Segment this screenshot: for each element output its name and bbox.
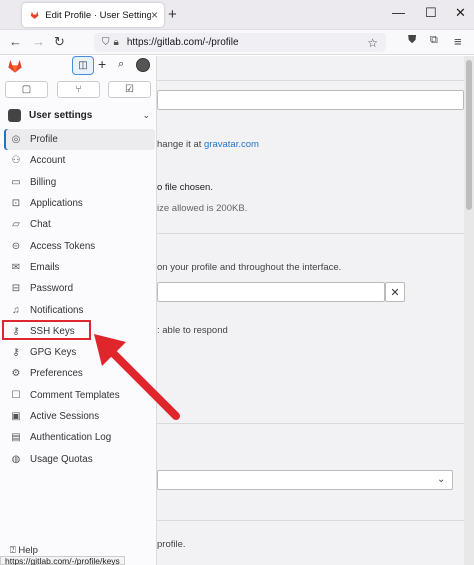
sidebar-item-label: Notifications	[30, 304, 84, 316]
gitlab-favicon-icon	[30, 11, 39, 19]
bookmark-star-icon[interactable]: ☆	[367, 36, 378, 50]
sidebar-item-label: Usage Quotas	[30, 453, 93, 465]
comment-icon: ☐	[11, 389, 21, 401]
bell-icon: ♫	[12, 304, 20, 316]
sidebar-item-account[interactable]: ⚇ Account	[4, 150, 155, 171]
menu-icon[interactable]: ≡	[454, 34, 462, 49]
sidebar-item-label: Profile	[30, 134, 58, 146]
divider	[157, 423, 464, 424]
gravatar-link[interactable]: gravatar.com	[204, 139, 259, 150]
sidebar-item-label: Account	[30, 155, 66, 167]
sidebar: ◫ + ⌕ ▢ ⑂ ☑ User settings ⌄ ◎ Profile ⚇ Ac…	[0, 56, 157, 565]
name-field[interactable]	[157, 90, 464, 110]
sidebar-item-access-tokens[interactable]: ⊝ Access Tokens	[4, 235, 155, 256]
search-icon[interactable]: ⌕	[118, 58, 124, 71]
token-icon: ⊝	[11, 240, 21, 252]
log-icon: ▤	[11, 432, 21, 444]
chat-icon: ▱	[12, 219, 20, 231]
new-tab-icon[interactable]: +	[168, 6, 177, 23]
divider	[157, 233, 464, 234]
issues-icon[interactable]: ▢	[5, 81, 48, 98]
help-link[interactable]: ⍰ Help	[10, 545, 38, 556]
billing-icon: ▭	[11, 176, 21, 188]
chevron-down-icon: ⌄	[437, 474, 446, 485]
sidebar-item-chat[interactable]: ▱ Chat	[4, 214, 155, 235]
back-icon[interactable]: ←	[9, 34, 22, 49]
clear-status-icon[interactable]: ✕	[385, 282, 405, 302]
close-window-icon[interactable]: ✕	[455, 5, 466, 21]
user-settings-header[interactable]: User settings ⌄	[5, 106, 155, 124]
merge-requests-icon[interactable]: ⑂	[57, 81, 100, 98]
email-icon: ✉	[11, 261, 21, 273]
lock-icon: 🔒︎	[113, 37, 119, 48]
minimize-icon[interactable]: —	[392, 5, 405, 20]
bottom-note: profile.	[157, 539, 186, 550]
sidebar-item-label: Active Sessions	[30, 411, 100, 422]
sidebar-item-authentication-log[interactable]: ▤ Authentication Log	[4, 427, 155, 448]
browser-tab[interactable]: Edit Profile · User Settings · GitL ×	[22, 3, 164, 27]
todo-icon[interactable]: ☑	[108, 81, 151, 98]
sidebar-item-label: Password	[30, 283, 74, 295]
gravatar-text: hange it at gravatar.com	[157, 139, 259, 150]
size-note: ize allowed is 200KB.	[157, 203, 248, 214]
sidebar-item-label: GPG Keys	[30, 347, 77, 359]
status-note: on your profile and throughout the inter…	[157, 262, 342, 273]
sidebar-item-notifications[interactable]: ♫ Notifications	[4, 299, 155, 320]
extensions-icon[interactable]: ⧉	[430, 34, 438, 47]
sidebar-item-label: Billing	[30, 176, 57, 188]
tab-title: Edit Profile · User Settings · GitL	[45, 9, 151, 21]
sidebar-toggle-icon[interactable]: ◫	[72, 56, 94, 75]
applications-icon: ⊡	[11, 198, 21, 210]
forward-icon[interactable]: →	[32, 34, 45, 49]
no-file-text: o file chosen.	[157, 182, 213, 193]
account-icon: ⚇	[11, 155, 21, 167]
browser-toolbar: ← → ↻ ⛉ 🔒︎ https://gitlab.com/-/profile …	[0, 30, 474, 55]
tab-close-icon[interactable]: ×	[151, 8, 158, 22]
ssh-keys-highlight-box	[2, 320, 91, 340]
preferences-icon: ⚙	[11, 368, 21, 380]
sidebar-item-label: Chat	[30, 219, 51, 231]
sidebar-item-profile[interactable]: ◎ Profile	[4, 129, 155, 151]
profile-icon: ◎	[11, 134, 21, 146]
sidebar-item-label: Applications	[30, 198, 83, 210]
browser-tab-strip: Edit Profile · User Settings · GitL × + …	[0, 0, 474, 30]
select-dropdown[interactable]	[157, 470, 453, 490]
divider	[157, 520, 464, 521]
sidebar-item-billing[interactable]: ▭ Billing	[4, 172, 155, 193]
status-input[interactable]	[157, 282, 385, 302]
status-bar-link: https://gitlab.com/-/profile/keys	[0, 556, 125, 565]
reload-icon[interactable]: ↻	[54, 34, 65, 50]
quota-icon: ◍	[11, 453, 21, 465]
url-text: https://gitlab.com/-/profile	[126, 37, 239, 48]
divider	[157, 80, 464, 81]
shield-icon: ⛉	[102, 37, 110, 48]
sidebar-item-emails[interactable]: ✉ Emails	[4, 257, 155, 278]
scrollbar-thumb[interactable]	[466, 60, 472, 210]
plus-icon[interactable]: +	[98, 56, 106, 72]
group-title: User settings	[29, 109, 93, 121]
sidebar-item-password[interactable]: ⊟ Password	[4, 278, 155, 299]
red-arrow-icon	[94, 334, 180, 420]
gitlab-logo-icon[interactable]	[7, 58, 23, 74]
sidebar-top-bar: ◫ + ⌕	[0, 56, 157, 78]
avatar	[8, 108, 21, 122]
sidebar-item-label: Preferences	[30, 368, 83, 380]
sidebar-item-applications[interactable]: ⊡ Applications	[4, 193, 155, 214]
avatar[interactable]	[136, 58, 150, 72]
url-bar[interactable]: ⛉ 🔒︎ https://gitlab.com/-/profile ☆	[94, 33, 386, 52]
maximize-icon[interactable]: ☐	[425, 5, 437, 21]
pocket-icon[interactable]: ⛊	[408, 34, 416, 47]
chevron-down-icon: ⌄	[142, 109, 150, 120]
sidebar-item-usage-quotas[interactable]: ◍ Usage Quotas	[4, 448, 155, 469]
sidebar-item-label: Emails	[30, 261, 60, 273]
sidebar-item-label: Access Tokens	[30, 240, 96, 252]
password-icon: ⊟	[11, 283, 21, 295]
sidebar-item-label: Authentication Log	[30, 432, 112, 444]
key-icon: ⚷	[12, 347, 20, 359]
session-icon: ▣	[11, 411, 21, 422]
